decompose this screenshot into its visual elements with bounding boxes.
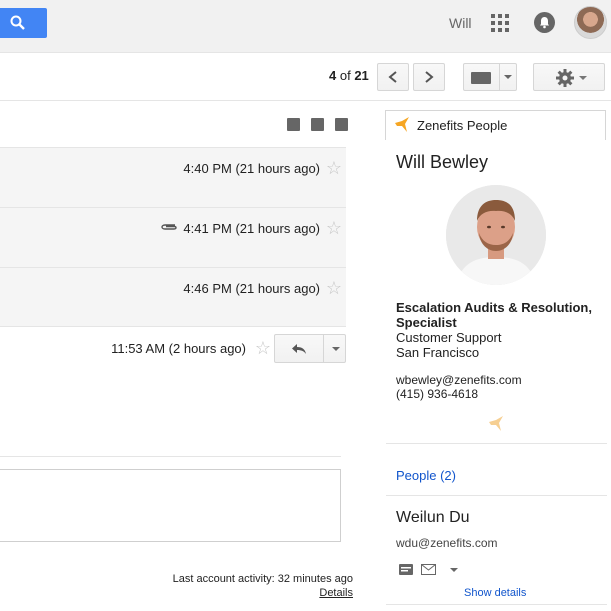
zenefits-sidebar: Zenefits People Will Bewley Escalation A… [385, 110, 607, 611]
message-time: 4:41 PM (21 hours ago) [183, 221, 320, 236]
person-name: Will Bewley [396, 152, 489, 172]
divider [499, 64, 500, 90]
newer-button[interactable] [377, 63, 409, 91]
more-options-icon[interactable] [332, 347, 340, 351]
divider [0, 456, 341, 457]
search-button[interactable] [0, 8, 47, 38]
print-icon[interactable] [311, 118, 324, 131]
star-icon[interactable]: ☆ [326, 159, 342, 177]
zenefits-bird-icon [489, 416, 503, 431]
message-row-collapsed[interactable]: 4:40 PM (21 hours ago) ☆ [0, 147, 346, 207]
gear-icon [556, 69, 574, 87]
message-row-collapsed[interactable]: 4:46 PM (21 hours ago) ☆ [0, 267, 346, 327]
pager-of: of [336, 68, 355, 83]
star-icon[interactable]: ☆ [326, 219, 342, 237]
show-details-link[interactable]: Show details [464, 587, 526, 599]
chevron-down-icon [579, 76, 587, 80]
mail-icon[interactable] [421, 564, 436, 575]
reply-icon [292, 344, 306, 354]
divider [386, 443, 607, 444]
divider [386, 604, 607, 605]
people-count-link[interactable]: People (2) [396, 468, 456, 483]
reply-box[interactable] [0, 469, 341, 542]
settings-button[interactable] [533, 63, 605, 91]
search-icon [10, 15, 25, 30]
star-icon[interactable]: ☆ [255, 339, 271, 357]
message-time: 4:46 PM (21 hours ago) [183, 281, 320, 296]
tab-zenefits-people[interactable]: Zenefits People [385, 110, 606, 140]
account-name[interactable]: Will [449, 15, 472, 31]
input-tools-button[interactable] [463, 63, 517, 91]
person-job-title: Escalation Audits & Resolution, Speciali… [396, 300, 592, 330]
chevron-down-icon[interactable] [504, 75, 512, 79]
activity-details-link[interactable]: Details [319, 587, 353, 599]
pager-count: 4 of 21 [329, 68, 369, 83]
tab-label: Zenefits People [417, 118, 508, 133]
apps-grid-icon[interactable] [491, 14, 509, 32]
download-icon[interactable] [287, 118, 300, 131]
person-email[interactable]: wdu@zenefits.com [396, 536, 498, 550]
contact-card-icon[interactable] [399, 564, 413, 575]
message-time: 11:53 AM (2 hours ago) [111, 341, 246, 356]
paperclip-icon [161, 224, 177, 230]
person-phone: (415) 936-4618 [396, 387, 479, 401]
divider [386, 495, 607, 496]
thread-toolbar: 4 of 21 [0, 53, 611, 101]
open-new-window-icon[interactable] [335, 118, 348, 131]
zenefits-bird-icon [395, 117, 409, 132]
chevron-down-icon[interactable] [450, 568, 458, 572]
pager-total: 21 [354, 68, 369, 83]
message-header-expanded: 11:53 AM (2 hours ago) ☆ [0, 328, 346, 368]
star-icon[interactable]: ☆ [326, 279, 342, 297]
person-name: Weilun Du [396, 509, 470, 526]
person-location: San Francisco [396, 345, 480, 360]
chevron-left-icon [388, 71, 397, 83]
top-bar: Will [0, 0, 611, 53]
chevron-right-icon [425, 71, 434, 83]
last-activity-text: Last account activity: 32 minutes ago [172, 573, 353, 585]
person-photo [446, 185, 546, 285]
account-avatar[interactable] [574, 6, 607, 39]
person-department: Customer Support [396, 330, 502, 345]
notifications-bell-icon[interactable] [534, 12, 555, 33]
message-time: 4:40 PM (21 hours ago) [183, 161, 320, 176]
keyboard-icon [471, 72, 491, 84]
reply-button[interactable] [274, 334, 346, 363]
older-button[interactable] [413, 63, 445, 91]
divider [323, 335, 324, 362]
person-email[interactable]: wbewley@zenefits.com [396, 373, 522, 387]
message-row-collapsed[interactable]: 4:41 PM (21 hours ago) ☆ [0, 207, 346, 267]
